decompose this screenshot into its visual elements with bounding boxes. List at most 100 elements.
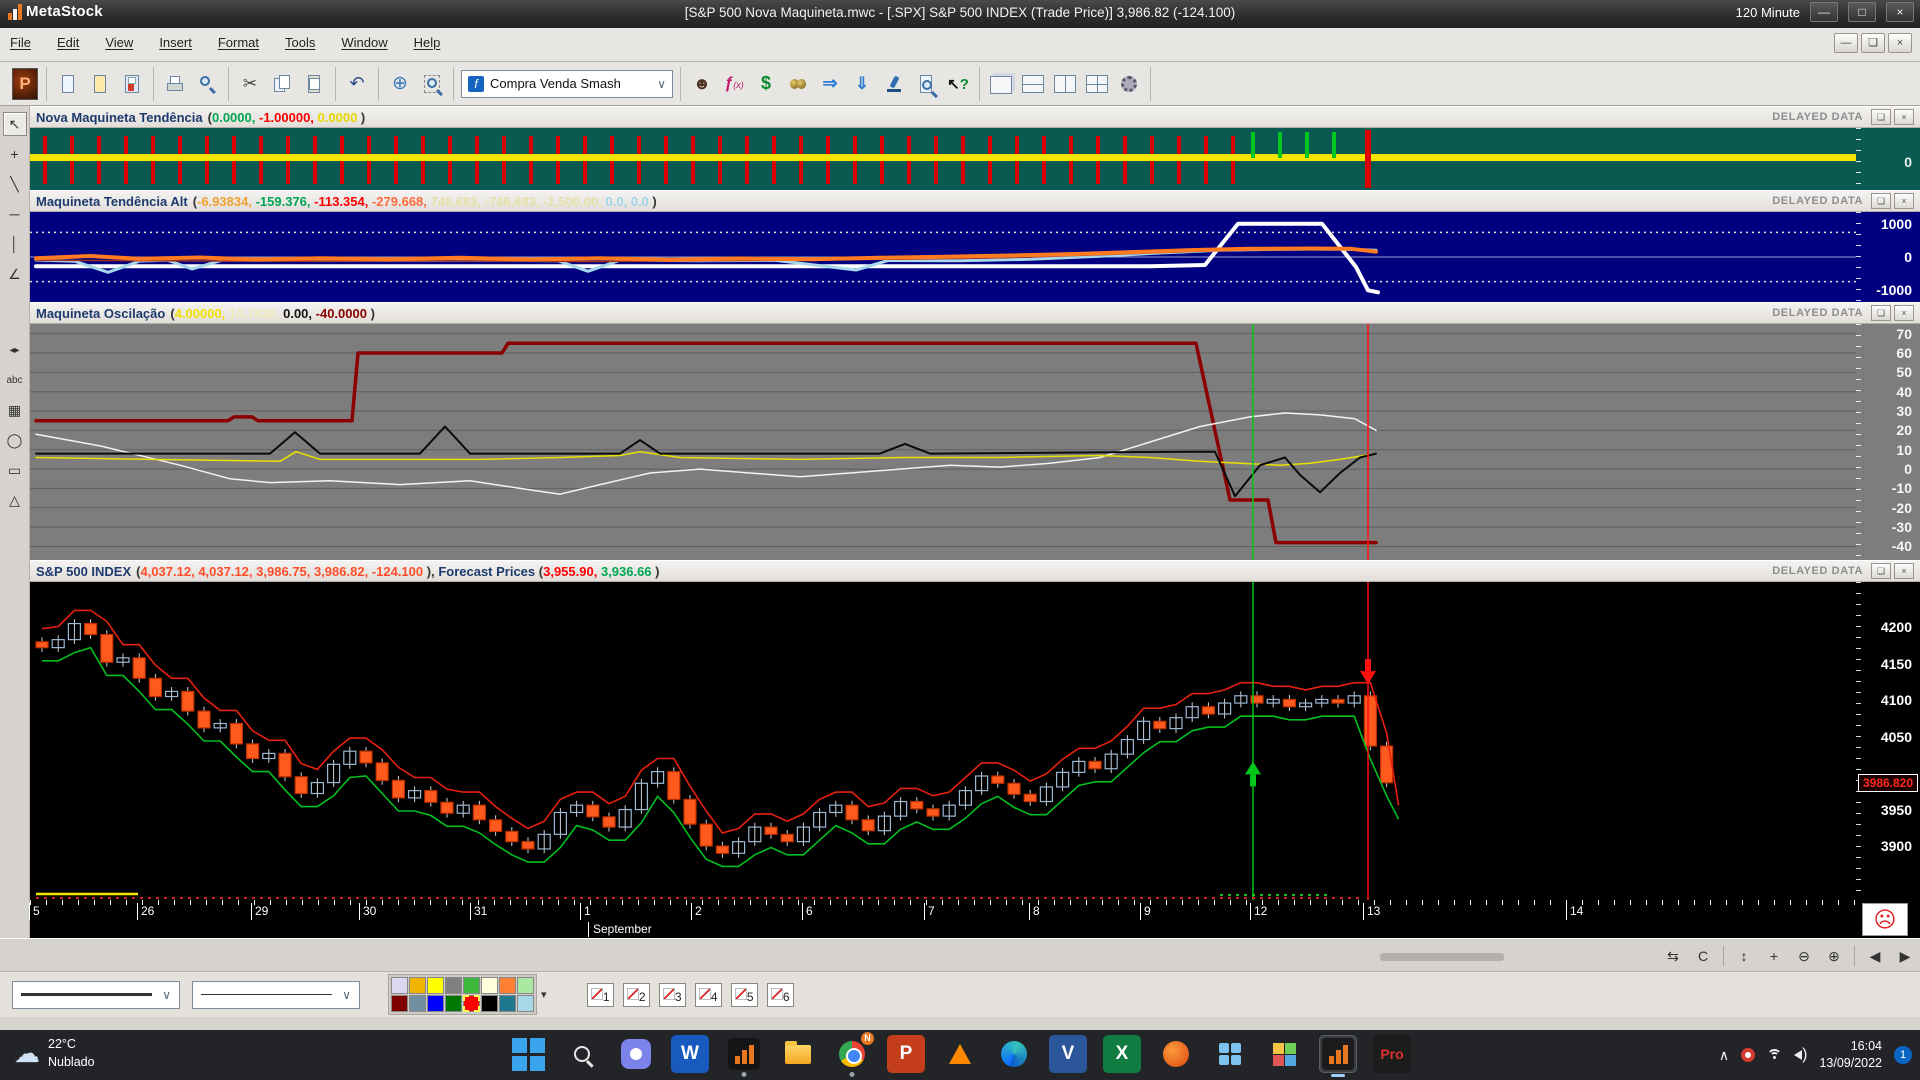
triangle-tool[interactable]: △	[3, 488, 27, 512]
palette-color[interactable]	[427, 995, 444, 1012]
refresh-button[interactable]: ⇆	[1660, 945, 1686, 967]
menu-item-format[interactable]: Format	[218, 35, 259, 50]
taskbar-icon-file-explorer[interactable]	[779, 1035, 817, 1073]
minimize-button[interactable]: —	[1810, 2, 1838, 22]
tile-vertical-icon[interactable]	[1051, 70, 1079, 98]
weather-widget[interactable]: ☁ 22°C Nublado	[14, 1035, 95, 1071]
date-axis[interactable]: 526293031126789121314	[30, 900, 1920, 921]
panel-close-button[interactable]: ×	[1894, 305, 1914, 321]
formula-dropdown[interactable]: fCompra Venda Smash∨	[461, 70, 673, 98]
taskbar-icon-excel[interactable]: X	[1103, 1035, 1141, 1073]
line-weight-select[interactable]: ∨	[192, 981, 360, 1009]
palette-color[interactable]	[445, 995, 462, 1012]
pan-button[interactable]: +	[1761, 945, 1787, 967]
palette-color[interactable]	[463, 977, 480, 994]
clock[interactable]: 16:04 13/09/2022	[1819, 1038, 1882, 1073]
ellipse-tool[interactable]: ◯	[3, 428, 27, 452]
tendencia-alt-chart[interactable]	[30, 212, 1856, 302]
crosshair-tool[interactable]: +	[3, 142, 27, 166]
trendline-tool[interactable]: ╲	[3, 172, 27, 196]
system-tester-icon[interactable]: $	[752, 70, 780, 98]
undo-icon[interactable]: ↶	[343, 70, 371, 98]
close-button[interactable]: ×	[1886, 2, 1914, 22]
template-button-2[interactable]: 2	[623, 983, 650, 1007]
palette-color[interactable]	[409, 995, 426, 1012]
palette-color[interactable]	[463, 995, 480, 1012]
template-button-1[interactable]: 1	[587, 983, 614, 1007]
power-console-icon[interactable]: P	[11, 70, 39, 98]
palette-color[interactable]	[391, 977, 408, 994]
taskbar-icon-chat[interactable]	[617, 1035, 655, 1073]
rectangle-tool[interactable]: ▭	[3, 458, 27, 482]
collapse-c-button[interactable]: C	[1690, 945, 1716, 967]
taskbar-icon-word[interactable]: W	[671, 1035, 709, 1073]
panel-close-button[interactable]: ×	[1894, 563, 1914, 579]
palette-color[interactable]	[481, 995, 498, 1012]
print-icon[interactable]	[161, 70, 189, 98]
text-tool[interactable]: abc	[3, 368, 27, 392]
scroll-tool[interactable]: ◂▸	[3, 338, 27, 362]
angle-tool[interactable]: ∠	[3, 262, 27, 286]
downloader-icon[interactable]: ⇓	[848, 70, 876, 98]
menu-item-view[interactable]: View	[105, 35, 133, 50]
panel-header-oscilacao[interactable]: Maquineta Oscilação(4.00000, 10.7838, 0.…	[30, 302, 1920, 324]
zoom-area-icon[interactable]	[418, 70, 446, 98]
tendencia-chart[interactable]	[30, 128, 1856, 190]
crosshair-icon[interactable]: ⊕	[386, 70, 414, 98]
taskbar-icon-edge[interactable]	[995, 1035, 1033, 1073]
palette-color[interactable]	[409, 977, 426, 994]
panel-header-tendencia-alt[interactable]: Maquineta Tendência Alt(-6.93834, -159.3…	[30, 190, 1920, 212]
menu-item-file[interactable]: File	[10, 35, 31, 50]
copy-icon[interactable]	[268, 70, 296, 98]
panel-header-nova-maquineta[interactable]: Nova Maquineta Tendência(0.0000, -1.0000…	[30, 106, 1920, 128]
palette-color[interactable]	[427, 977, 444, 994]
settings-icon[interactable]	[1115, 70, 1143, 98]
taskbar-icon-vlc[interactable]	[941, 1035, 979, 1073]
menu-item-help[interactable]: Help	[414, 35, 441, 50]
template-button-5[interactable]: 5	[731, 983, 758, 1007]
palette-color[interactable]	[445, 977, 462, 994]
panel-restore-button[interactable]: ❏	[1871, 109, 1891, 125]
palette-color[interactable]	[517, 995, 534, 1012]
notification-badge[interactable]: 1	[1894, 1046, 1912, 1064]
template-button-4[interactable]: 4	[695, 983, 722, 1007]
indicator-builder-icon[interactable]: ƒ(x)	[720, 70, 748, 98]
paste-icon[interactable]	[300, 70, 328, 98]
zoom-out-button[interactable]: ⊖	[1791, 945, 1817, 967]
mdi-close-button[interactable]: ×	[1888, 33, 1912, 53]
taskbar-icon-app-v[interactable]: V	[1049, 1035, 1087, 1073]
new-chart-icon[interactable]	[54, 70, 82, 98]
taskbar-icon-profit-pro[interactable]: Pro	[1373, 1035, 1411, 1073]
palette-color[interactable]	[517, 977, 534, 994]
horizontal-line-tool[interactable]: ─	[3, 202, 27, 226]
tile-quad-icon[interactable]	[1083, 70, 1111, 98]
oscilacao-chart[interactable]	[30, 324, 1856, 560]
horizontal-scrollbar[interactable]	[1380, 953, 1504, 961]
palette-color[interactable]	[391, 995, 408, 1012]
mdi-minimize-button[interactable]: —	[1834, 33, 1858, 53]
cascade-windows-icon[interactable]	[987, 70, 1015, 98]
report-icon[interactable]	[912, 70, 940, 98]
page-forward-button[interactable]: ▶	[1892, 945, 1918, 967]
palette-color[interactable]	[481, 977, 498, 994]
panel-restore-button[interactable]: ❏	[1871, 305, 1891, 321]
context-help-icon[interactable]: ↖?	[944, 70, 972, 98]
mdi-restore-button[interactable]: ❏	[1861, 33, 1885, 53]
pointer-tool[interactable]: ↖	[3, 112, 27, 136]
menu-item-window[interactable]: Window	[341, 35, 387, 50]
palette-dropdown-arrow[interactable]: ▾	[541, 988, 547, 1001]
menu-item-edit[interactable]: Edit	[57, 35, 79, 50]
tray-red-status-icon[interactable]	[1741, 1048, 1755, 1062]
vertical-line-tool[interactable]: │	[3, 232, 27, 256]
cut-icon[interactable]: ✂	[236, 70, 264, 98]
open-icon[interactable]	[86, 70, 114, 98]
forecaster-icon[interactable]: ⇒	[816, 70, 844, 98]
tray-chevron-icon[interactable]: ∧	[1719, 1047, 1729, 1064]
template-button-6[interactable]: 6	[767, 983, 794, 1007]
menu-item-tools[interactable]: Tools	[285, 35, 315, 50]
taskbar-icon-app-grid[interactable]	[1211, 1035, 1249, 1073]
panel-close-button[interactable]: ×	[1894, 193, 1914, 209]
taskbar-icon-chrome[interactable]: N	[833, 1035, 871, 1073]
panel-restore-button[interactable]: ❏	[1871, 193, 1891, 209]
panel-header-sp500[interactable]: S&P 500 INDEX(4,037.12, 4,037.12, 3,986.…	[30, 560, 1920, 582]
